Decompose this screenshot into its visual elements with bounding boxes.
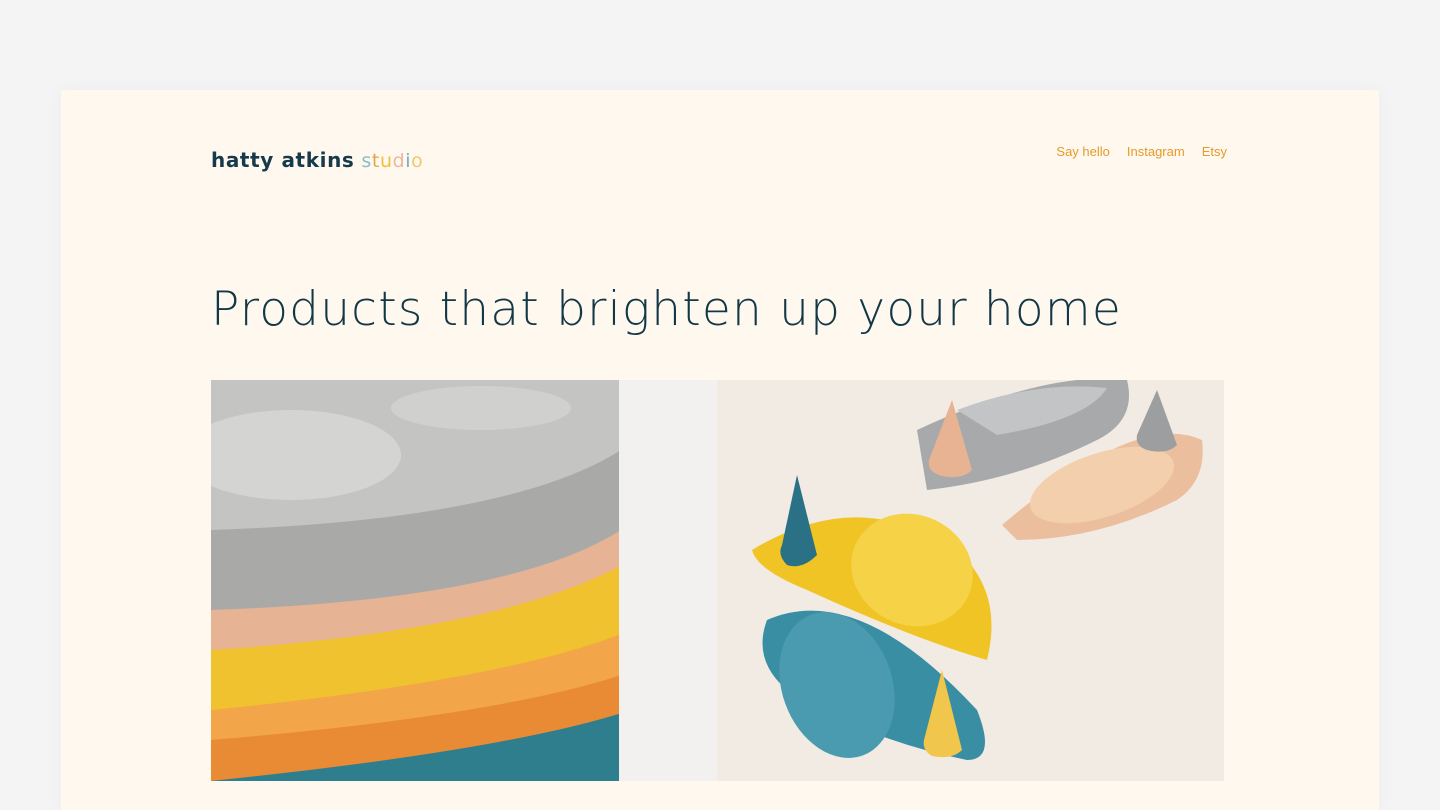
nav-link-instagram[interactable]: Instagram (1127, 144, 1185, 159)
studio-letter: d (392, 150, 406, 172)
brand-logo[interactable]: hatty atkins studio (211, 148, 423, 173)
nav-link-say-hello[interactable]: Say hello (1056, 144, 1109, 159)
studio-letter: o (411, 150, 424, 172)
main-card: hatty atkins studio Say hello Instagram … (61, 90, 1379, 810)
page-headline: Products that brighten up your home (211, 282, 1122, 337)
fruit-dishes-illustration (717, 380, 1224, 781)
stacked-trays-photo (211, 380, 717, 781)
stacked-trays-illustration (211, 380, 717, 781)
top-nav: Say hello Instagram Etsy (1056, 144, 1227, 159)
studio-letter: t (371, 150, 380, 172)
brand-studio-wordmark: studio (361, 148, 423, 172)
brand-name: hatty atkins (211, 148, 355, 172)
fruit-dishes-photo (717, 380, 1224, 781)
studio-letter: s (361, 150, 372, 172)
studio-letter: u (379, 150, 393, 172)
product-gallery (211, 380, 1224, 781)
nav-link-etsy[interactable]: Etsy (1202, 144, 1227, 159)
